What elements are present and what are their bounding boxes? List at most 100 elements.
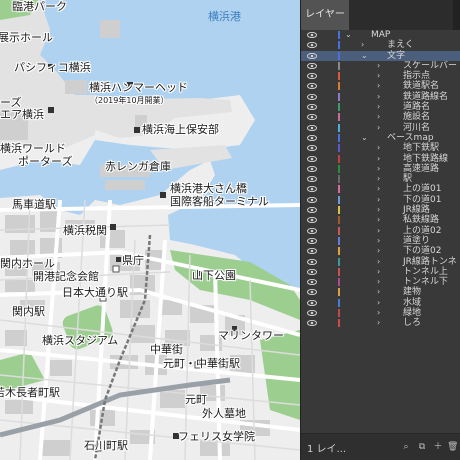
- layer-row[interactable]: › 施設名: [301, 112, 460, 122]
- eye-icon[interactable]: [307, 42, 317, 49]
- eye-icon[interactable]: [307, 52, 317, 59]
- chevron-right-icon[interactable]: ›: [361, 40, 364, 50]
- layer-row[interactable]: › 地下鉄駅: [301, 143, 460, 153]
- layer-row[interactable]: › 駅: [301, 174, 460, 184]
- eye-icon[interactable]: [307, 83, 317, 90]
- layer-row[interactable]: › トンネル上: [301, 267, 460, 277]
- eye-icon[interactable]: [307, 320, 317, 327]
- eye-icon[interactable]: [307, 279, 317, 286]
- layer-row[interactable]: › 河川名: [301, 123, 460, 133]
- layer-row[interactable]: › トンネル下: [301, 277, 460, 287]
- layer-row[interactable]: › 鉄道路線名: [301, 92, 460, 102]
- layer-name: JR線路: [403, 205, 430, 216]
- eye-icon[interactable]: [307, 310, 317, 317]
- layer-name: まえく: [387, 40, 414, 51]
- chevron-right-icon[interactable]: ›: [377, 143, 380, 153]
- layer-color-swatch: [338, 236, 340, 245]
- chevron-right-icon[interactable]: ›: [377, 277, 380, 287]
- chevron-right-icon[interactable]: ›: [377, 205, 380, 215]
- eye-icon[interactable]: [307, 134, 317, 141]
- layer-row[interactable]: › 私鉄線路: [301, 215, 460, 225]
- eye-icon[interactable]: [307, 299, 317, 306]
- chevron-right-icon[interactable]: ›: [377, 195, 380, 205]
- clip-icon[interactable]: ⧉: [417, 442, 427, 452]
- chevron-right-icon[interactable]: ›: [377, 123, 380, 133]
- label-osanbashi-1: 横浜港大さん橋: [170, 182, 247, 195]
- chevron-right-icon[interactable]: ›: [377, 184, 380, 194]
- locate-icon[interactable]: ⌕: [401, 442, 411, 452]
- map-canvas[interactable]: 臨港パーク 横浜港 展示ホール パシフィコ横浜 横浜ハンマーヘッド （2019年…: [0, 0, 300, 460]
- layer-row[interactable]: › 道路名: [301, 102, 460, 112]
- eye-icon[interactable]: [307, 248, 317, 255]
- chevron-right-icon[interactable]: ›: [377, 298, 380, 308]
- layer-row[interactable]: › 鉄道駅名: [301, 81, 460, 91]
- layer-color-swatch: [338, 154, 340, 163]
- layer-row[interactable]: › 上の道01: [301, 184, 460, 194]
- eye-icon[interactable]: [307, 114, 317, 121]
- eye-icon[interactable]: [307, 145, 317, 152]
- eye-icon[interactable]: [307, 186, 317, 193]
- chevron-right-icon[interactable]: ›: [377, 246, 380, 256]
- label-prefecture: 県庁: [122, 254, 144, 267]
- chevron-right-icon[interactable]: ›: [377, 174, 380, 184]
- layers-tab[interactable]: レイヤー: [301, 0, 349, 30]
- eye-icon[interactable]: [307, 268, 317, 275]
- chevron-right-icon[interactable]: ›: [377, 215, 380, 225]
- layer-row[interactable]: › JR線路: [301, 205, 460, 215]
- chevron-down-icon[interactable]: ⌄: [361, 133, 368, 143]
- chevron-right-icon[interactable]: ›: [377, 257, 380, 267]
- layer-row[interactable]: › 高速道路: [301, 164, 460, 174]
- panel-grip[interactable]: [453, 0, 460, 30]
- layer-row[interactable]: ⌄ 文字: [301, 50, 460, 61]
- layer-row[interactable]: › 地下鉄路線: [301, 154, 460, 164]
- layer-row[interactable]: › 下の道01: [301, 195, 460, 205]
- chevron-right-icon[interactable]: ›: [377, 102, 380, 112]
- eye-icon[interactable]: [307, 124, 317, 131]
- eye-icon[interactable]: [307, 207, 317, 214]
- layer-row[interactable]: › 建物: [301, 287, 460, 297]
- eye-icon[interactable]: [307, 258, 317, 265]
- chevron-right-icon[interactable]: ›: [377, 226, 380, 236]
- eye-icon[interactable]: [307, 32, 317, 38]
- eye-icon[interactable]: [307, 237, 317, 244]
- chevron-right-icon[interactable]: ›: [377, 267, 380, 277]
- layer-row[interactable]: ⌄ ベースmap: [301, 133, 460, 143]
- layer-row[interactable]: › JR線路トンネ: [301, 257, 460, 267]
- layer-row[interactable]: › 緑地: [301, 308, 460, 318]
- chevron-down-icon[interactable]: ⌄: [361, 51, 368, 61]
- layer-row[interactable]: › 道塗り: [301, 236, 460, 246]
- chevron-right-icon[interactable]: ›: [377, 287, 380, 297]
- eye-icon[interactable]: [307, 165, 317, 172]
- chevron-right-icon[interactable]: ›: [377, 164, 380, 174]
- new-layer-icon[interactable]: ＋: [433, 442, 443, 452]
- layer-row[interactable]: › 下の道02: [301, 246, 460, 256]
- chevron-right-icon[interactable]: ›: [377, 81, 380, 91]
- eye-icon[interactable]: [307, 104, 317, 111]
- eye-icon[interactable]: [307, 155, 317, 162]
- chevron-down-icon[interactable]: ⌄: [345, 30, 352, 40]
- eye-icon[interactable]: [307, 73, 317, 80]
- chevron-right-icon[interactable]: ›: [377, 308, 380, 318]
- layer-row[interactable]: ⌄ MAP: [301, 30, 460, 40]
- layer-row[interactable]: › スケールバー: [301, 61, 460, 71]
- eye-icon[interactable]: [307, 289, 317, 296]
- chevron-right-icon[interactable]: ›: [377, 236, 380, 246]
- chevron-right-icon[interactable]: ›: [377, 71, 380, 81]
- layer-row[interactable]: › まえく: [301, 40, 460, 50]
- chevron-right-icon[interactable]: ›: [377, 154, 380, 164]
- layer-row[interactable]: › 上の道02: [301, 226, 460, 236]
- layer-row[interactable]: › 指示点: [301, 71, 460, 81]
- layer-row[interactable]: › 水域: [301, 298, 460, 308]
- chevron-right-icon[interactable]: ›: [377, 92, 380, 102]
- eye-icon[interactable]: [307, 62, 317, 69]
- chevron-right-icon[interactable]: ›: [377, 112, 380, 122]
- eye-icon[interactable]: [307, 217, 317, 224]
- eye-icon[interactable]: [307, 227, 317, 234]
- trash-icon[interactable]: 🗑: [447, 442, 458, 452]
- layer-row[interactable]: › しろ: [301, 318, 460, 328]
- chevron-right-icon[interactable]: ›: [377, 61, 380, 71]
- chevron-right-icon[interactable]: ›: [377, 318, 380, 328]
- eye-icon[interactable]: [307, 176, 317, 183]
- eye-icon[interactable]: [307, 93, 317, 100]
- eye-icon[interactable]: [307, 196, 317, 203]
